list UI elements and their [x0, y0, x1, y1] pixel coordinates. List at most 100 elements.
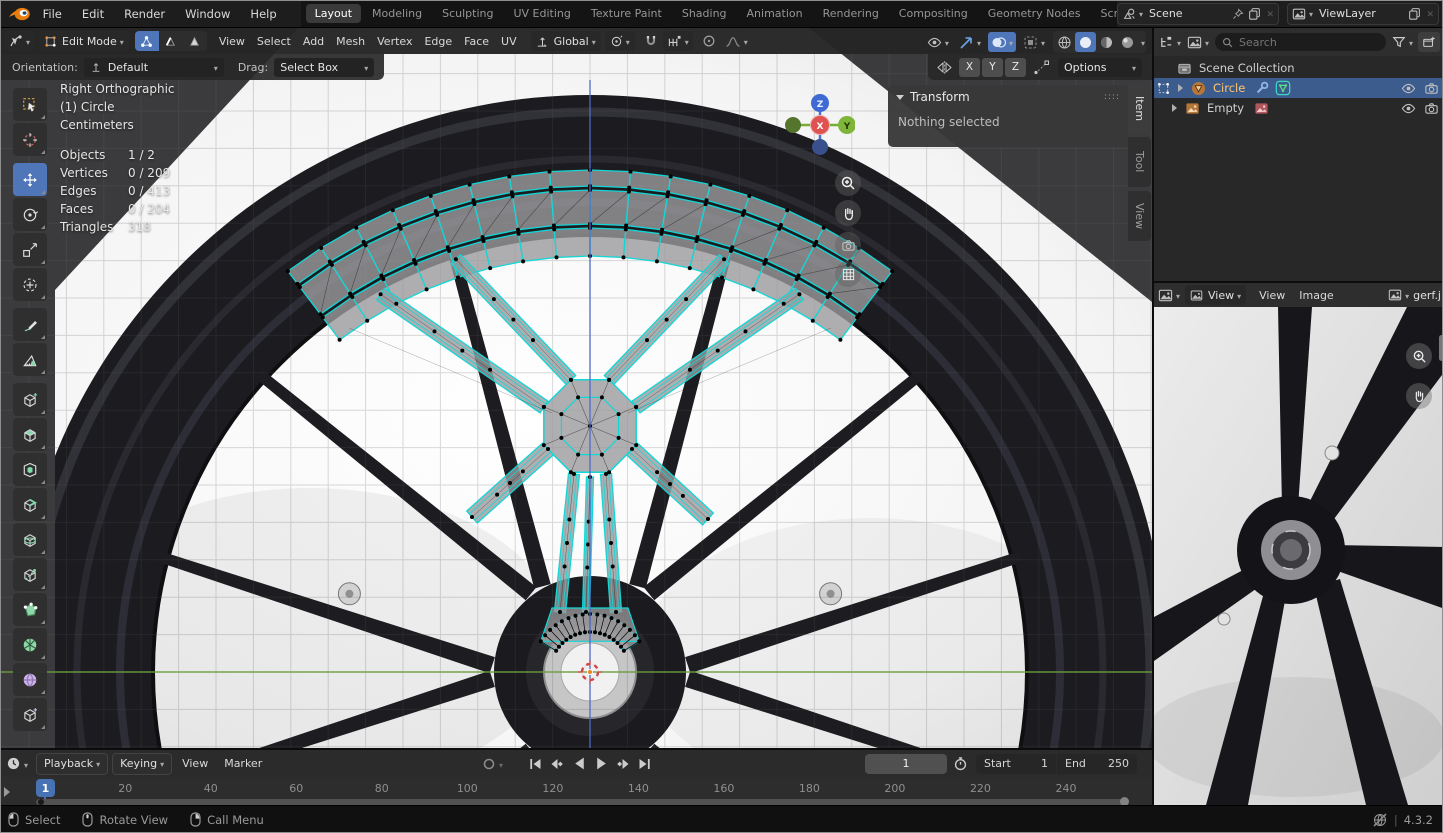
workspace-tab-compositing[interactable]: Compositing	[890, 4, 977, 23]
outliner-display-mode-button[interactable]	[1187, 35, 1209, 50]
gizmo-axis-neg-z[interactable]	[812, 139, 828, 155]
timeline-menu-marker[interactable]: Marker	[216, 757, 270, 770]
outliner-row-circle[interactable]: Circle	[1154, 78, 1443, 98]
show-hide-button[interactable]	[924, 32, 952, 52]
tool-rip-button[interactable]	[13, 698, 47, 731]
image-datablock-icon[interactable]	[1388, 288, 1402, 302]
tool-add-cube-button[interactable]	[13, 383, 47, 416]
tool-move-button[interactable]	[13, 163, 47, 196]
play-reverse-icon[interactable]	[570, 756, 589, 771]
topbar-menu-window[interactable]: Window	[175, 7, 240, 21]
viewport-menu-add[interactable]: Add	[297, 35, 330, 48]
new-viewlayer-icon[interactable]	[1408, 7, 1421, 20]
image-menu-view[interactable]: View	[1252, 289, 1292, 302]
playback-menu[interactable]: Playback	[36, 752, 109, 775]
workspace-tab-scripting[interactable]: Scripting	[1092, 4, 1117, 23]
current-frame-field[interactable]: 1	[865, 753, 947, 774]
topbar-menu-render[interactable]: Render	[114, 7, 175, 21]
outliner-editor-type-button[interactable]	[1159, 35, 1181, 50]
orientation-dropdown[interactable]: Default	[83, 57, 224, 77]
topbar-menu-edit[interactable]: Edit	[72, 7, 114, 21]
frame-end-field[interactable]: End 250	[1057, 753, 1137, 774]
mirror-x-button[interactable]: X	[959, 57, 980, 77]
pivot-point-button[interactable]	[604, 31, 635, 51]
tool-transform-button[interactable]	[13, 268, 47, 301]
scene-selector[interactable]: Scene	[1117, 2, 1279, 25]
zoom-button[interactable]	[835, 170, 861, 196]
transform-panel[interactable]: Transform :::: Nothing selected	[888, 85, 1128, 147]
proportional-editing-toggle[interactable]	[699, 31, 719, 51]
workspace-tab-modeling[interactable]: Modeling	[363, 4, 431, 23]
tool-spin-button[interactable]	[13, 628, 47, 661]
editor-type-button[interactable]	[4, 31, 36, 51]
workspace-tab-texture-paint[interactable]: Texture Paint	[582, 4, 671, 23]
transform-orientation[interactable]: Global	[530, 31, 601, 51]
play-icon[interactable]	[592, 756, 611, 771]
face-select-button[interactable]	[182, 31, 207, 51]
hide-eye-icon[interactable]	[1401, 101, 1416, 116]
viewlayer-selector[interactable]: ViewLayer	[1287, 2, 1439, 25]
pan-button[interactable]	[835, 200, 861, 226]
tool-scale-button[interactable]	[13, 233, 47, 266]
jump-to-end-icon[interactable]	[636, 757, 653, 771]
keying-menu[interactable]: Keying	[112, 752, 173, 775]
workspace-tab-rendering[interactable]: Rendering	[814, 4, 888, 23]
next-keyframe-icon[interactable]	[615, 757, 632, 771]
image-editor-type-button[interactable]	[1158, 288, 1180, 303]
mirror-z-button[interactable]: Z	[1005, 57, 1026, 77]
viewport-menu-uv[interactable]: UV	[495, 35, 523, 48]
stopwatch-icon[interactable]	[953, 756, 968, 771]
navigation-gizmo[interactable]: Z X Y	[785, 93, 855, 159]
mode-selector[interactable]: Edit Mode	[39, 31, 129, 51]
tool-measure-button[interactable]	[13, 343, 47, 376]
mirror-icon[interactable]	[936, 60, 953, 75]
viewlayer-name[interactable]: ViewLayer	[1319, 7, 1376, 20]
outliner-filter-button[interactable]	[1392, 35, 1413, 49]
workspace-tab-geometry-nodes[interactable]: Geometry Nodes	[979, 4, 1090, 23]
3d-viewport[interactable]: Edit Mode ViewSelectAddMeshVertexEdgeFac…	[0, 28, 1152, 748]
topbar-menu-help[interactable]: Help	[240, 7, 286, 21]
snap-path-icon[interactable]	[1033, 60, 1050, 75]
workspace-tab-animation[interactable]: Animation	[738, 4, 812, 23]
show-gizmo-button[interactable]	[956, 32, 984, 52]
tool-tweak-button[interactable]	[13, 88, 47, 121]
shading-rendered-button[interactable]	[1117, 32, 1138, 52]
ortho-toggle-button[interactable]	[835, 261, 861, 287]
delete-scene-icon[interactable]	[1261, 7, 1274, 20]
camera-view-button[interactable]	[835, 232, 861, 258]
tool-poly-build-button[interactable]	[13, 593, 47, 626]
xray-toggle[interactable]	[1020, 32, 1048, 52]
frame-start-field[interactable]: Start 1	[976, 753, 1056, 774]
workspace-tab-layout[interactable]: Layout	[305, 4, 362, 23]
expand-icon[interactable]	[1172, 104, 1177, 112]
scrollbar[interactable]	[1439, 335, 1443, 361]
shading-wireframe-button[interactable]	[1054, 32, 1075, 52]
image-filename[interactable]: gerf.j	[1413, 289, 1441, 302]
workspace-tab-sculpting[interactable]: Sculpting	[433, 4, 502, 23]
tool-smooth-button[interactable]	[13, 663, 47, 696]
tool-rotate-button[interactable]	[13, 198, 47, 231]
blender-logo-icon[interactable]	[8, 5, 33, 23]
remove-viewlayer-icon[interactable]	[1421, 7, 1434, 20]
viewport-menu-view[interactable]: View	[213, 35, 251, 48]
tool-bevel-button[interactable]	[13, 488, 47, 521]
scene-name[interactable]: Scene	[1149, 7, 1183, 20]
tool-knife-button[interactable]	[13, 558, 47, 591]
viewport-menu-mesh[interactable]: Mesh	[330, 35, 371, 48]
disable-render-icon[interactable]	[1424, 101, 1439, 116]
image-editor-view[interactable]	[1154, 307, 1443, 805]
outliner-search-input[interactable]: Search	[1215, 33, 1386, 51]
previous-keyframe-icon[interactable]	[548, 757, 565, 771]
outliner-row-empty[interactable]: Empty	[1154, 98, 1443, 118]
viewport-menu-edge[interactable]: Edge	[418, 35, 458, 48]
snap-target-button[interactable]	[662, 31, 693, 51]
edge-select-button[interactable]	[158, 31, 183, 51]
shading-solid-button[interactable]	[1074, 32, 1096, 52]
expand-icon[interactable]	[1178, 84, 1183, 92]
new-scene-icon[interactable]	[1248, 7, 1261, 20]
pan-button[interactable]	[1406, 383, 1432, 409]
tool-cursor-button[interactable]	[13, 123, 47, 156]
image-mode-selector[interactable]: View	[1185, 285, 1247, 305]
tool-annotate-button[interactable]	[13, 308, 47, 341]
pin-icon[interactable]	[1232, 7, 1245, 20]
